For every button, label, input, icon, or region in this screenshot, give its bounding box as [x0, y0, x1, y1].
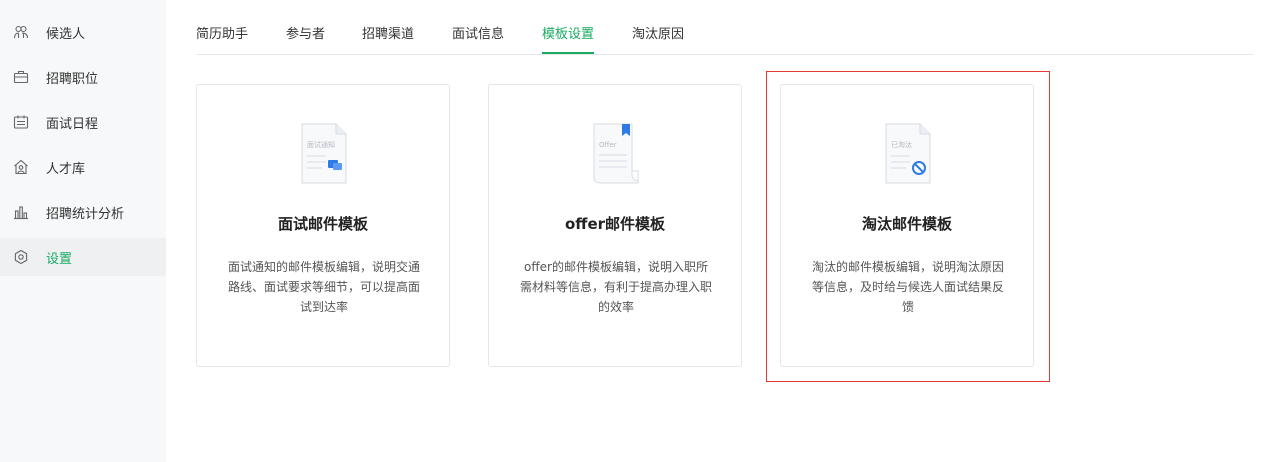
- sidebar-item-label: 招聘统计分析: [46, 206, 125, 222]
- sidebar-item-statistics[interactable]: 招聘统计分析: [0, 193, 166, 231]
- sidebar-item-label: 人才库: [46, 161, 86, 177]
- offer-document-icon: Offer: [593, 123, 639, 184]
- tab-rejection-reasons[interactable]: 淘汰原因: [632, 23, 684, 42]
- tab-participants[interactable]: 参与者: [286, 23, 325, 42]
- sidebar-item-talent-pool[interactable]: 人才库: [0, 148, 166, 186]
- sidebar-item-interview-schedule[interactable]: 面试日程: [0, 103, 166, 141]
- candidates-icon: [13, 24, 29, 40]
- card-title: offer邮件模板: [564, 215, 666, 233]
- tab-template-settings[interactable]: 模板设置: [542, 23, 594, 42]
- highlight-box: [766, 71, 1050, 382]
- sidebar: 候选人 招聘职位 面试日程 人才库 招聘统计分析 设置: [0, 0, 166, 462]
- interview-notice-document-icon: 面试通知: [301, 123, 347, 184]
- tab-recruiting-channels[interactable]: 招聘渠道: [362, 23, 414, 42]
- sidebar-item-label: 面试日程: [46, 116, 99, 132]
- card-description: 面试通知的邮件模板编辑，说明交通路线、面试要求等细节，可以提高面试到达率: [227, 260, 420, 314]
- tab-resume-assistant[interactable]: 简历助手: [196, 23, 248, 42]
- card-description: offer的邮件模板编辑，说明入职所需材料等信息，有利于提高办理入职的效率: [519, 260, 712, 314]
- settings-icon: [13, 249, 29, 265]
- settings-tabs: 简历助手 参与者 招聘渠道 面试信息 模板设置 淘汰原因: [196, 0, 1254, 55]
- sidebar-item-label: 招聘职位: [46, 71, 99, 87]
- offer-email-template-card[interactable]: Offer offer邮件模板 offer的邮件模板编辑，说明入职所需材料等信息…: [488, 84, 742, 367]
- sidebar-item-label: 设置: [46, 251, 73, 267]
- sidebar-item-positions[interactable]: 招聘职位: [0, 58, 166, 96]
- card-title: 面试邮件模板: [277, 215, 368, 233]
- briefcase-icon: [13, 69, 29, 85]
- talent-pool-icon: [13, 159, 29, 175]
- doc-icon-label: Offer: [599, 141, 617, 149]
- doc-icon-label: 面试通知: [307, 140, 335, 149]
- sidebar-item-label: 候选人: [46, 26, 86, 42]
- active-tab-indicator: [542, 52, 594, 54]
- bar-chart-icon: [13, 204, 29, 220]
- tab-interview-info[interactable]: 面试信息: [452, 23, 504, 42]
- sidebar-item-settings[interactable]: 设置: [0, 238, 166, 276]
- calendar-icon: [13, 114, 29, 130]
- sidebar-item-candidates[interactable]: 候选人: [0, 13, 166, 51]
- interview-email-template-card[interactable]: 面试通知 面试邮件模板 面试通知的邮件模板编辑，说明交通路线、面试要求等细节，可…: [196, 84, 450, 367]
